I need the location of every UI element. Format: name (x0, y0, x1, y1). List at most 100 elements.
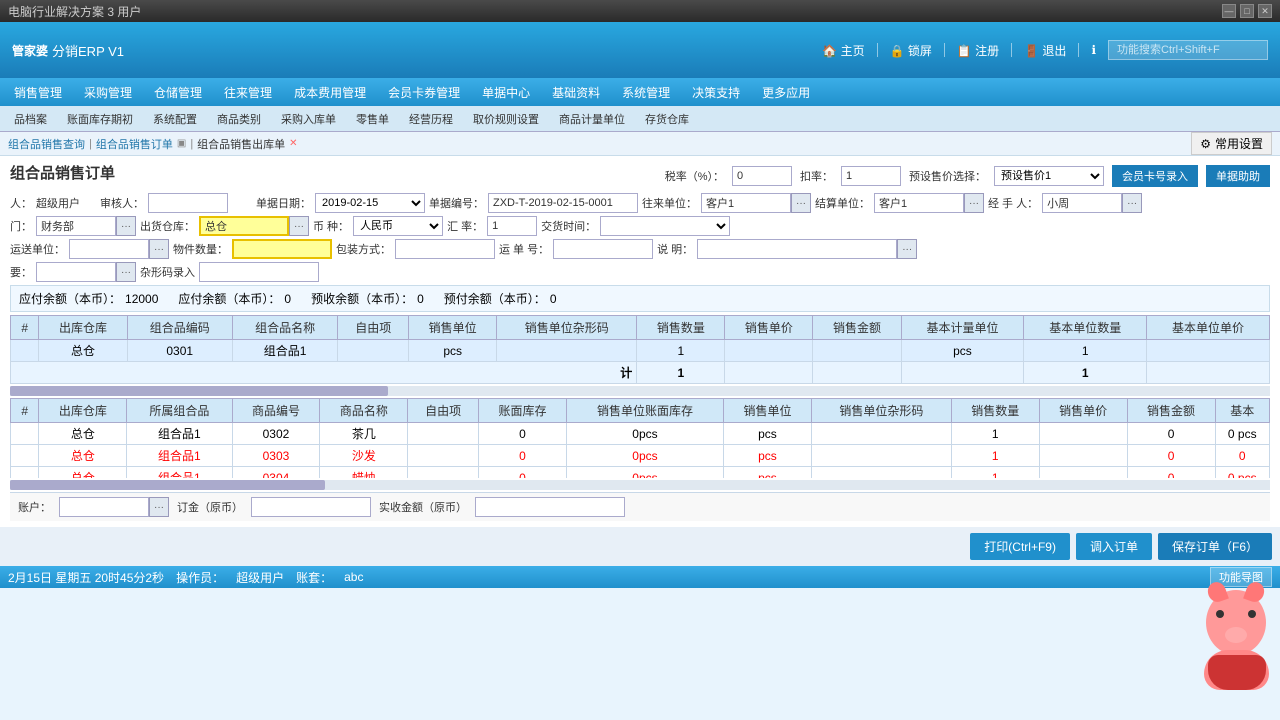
scroll-2[interactable] (10, 480, 1270, 490)
currency-select[interactable]: 人民币 (353, 216, 443, 236)
order-deposit-input[interactable] (251, 497, 371, 517)
sub-name: 蜡烛 (320, 467, 408, 479)
dept-btn[interactable]: ··· (116, 216, 136, 236)
settle-btn[interactable]: ··· (964, 193, 984, 213)
discount-input[interactable] (841, 166, 901, 186)
main-table-container[interactable]: # 出库仓库 组合品编码 组合品名称 自由项 销售单位 销售单位杂形码 销售数量… (10, 315, 1270, 384)
print-btn[interactable]: 打印(Ctrl+F9) (970, 533, 1070, 560)
window-controls[interactable]: — □ ✕ (1222, 4, 1272, 18)
auditor-input[interactable] (148, 193, 228, 213)
sub-table-row[interactable]: 总仓 组合品1 0303 沙发 0 0pcs pcs 1 0 0 (11, 445, 1270, 467)
settings-btn[interactable]: ⚙ 常用设置 (1191, 132, 1272, 155)
table-row[interactable]: 总仓 0301 组合品1 pcs 1 pcs 1 (11, 340, 1270, 362)
toolbar-goods[interactable]: 品档案 (8, 109, 53, 129)
remark-input[interactable] (36, 262, 116, 282)
scroll-1[interactable] (10, 386, 1270, 396)
nav-decision[interactable]: 决策支持 (682, 81, 750, 104)
toolbar-balance[interactable]: 账面库存期初 (61, 109, 139, 129)
date-select[interactable]: 2019-02-15 (315, 193, 425, 213)
sub-table-row[interactable]: 总仓 组合品1 0304 蜡烛 0 0pcs pcs 1 0 0 pcs (11, 467, 1270, 479)
nav-more[interactable]: 更多应用 (752, 81, 820, 104)
lock-link[interactable]: 🔒 锁屏 (890, 42, 932, 59)
func-map-btn[interactable]: 功能导图 (1210, 567, 1272, 587)
home-link[interactable]: 🏠 主页 (822, 42, 864, 59)
cell-seq (11, 340, 39, 362)
account-input[interactable] (59, 497, 149, 517)
sub-unit-stock: 0pcs (566, 445, 723, 467)
received-input[interactable] (475, 497, 625, 517)
ship-input[interactable] (69, 239, 149, 259)
toolbar-retail[interactable]: 零售单 (350, 109, 395, 129)
nav-warehouse[interactable]: 仓储管理 (144, 81, 212, 104)
note-input[interactable] (697, 239, 897, 259)
cell-sale-price (725, 340, 813, 362)
nav-costs[interactable]: 成本费用管理 (284, 81, 376, 104)
mascot-eye-left (1216, 610, 1224, 618)
nav-membership[interactable]: 会员卡券管理 (378, 81, 470, 104)
toolbar-category[interactable]: 商品类别 (211, 109, 267, 129)
manager-input[interactable] (1042, 193, 1122, 213)
breadcrumb-close[interactable]: ✕ (289, 138, 297, 149)
breadcrumb-order[interactable]: 组合品销售订单 (96, 136, 173, 152)
nav-purchase[interactable]: 采购管理 (74, 81, 142, 104)
nav-basic[interactable]: 基础资料 (542, 81, 610, 104)
sub-free (408, 467, 479, 479)
toolbar-price-rules[interactable]: 取价规则设置 (467, 109, 545, 129)
items-input[interactable] (232, 239, 332, 259)
toolbar-stock[interactable]: 存货仓库 (639, 109, 695, 129)
nav-system[interactable]: 系统管理 (612, 81, 680, 104)
nav-bar: 销售管理 采购管理 仓储管理 往来管理 成本费用管理 会员卡券管理 单据中心 基… (0, 78, 1280, 106)
minimize-btn[interactable]: — (1222, 4, 1236, 18)
import-btn[interactable]: 调入订单 (1076, 533, 1152, 560)
tax-input[interactable] (732, 166, 792, 186)
remark-label: 要： (10, 264, 32, 280)
sub-table-container[interactable]: # 出库仓库 所属组合品 商品编号 商品名称 自由项 账面库存 销售单位账面库存… (10, 398, 1270, 478)
sub-barcode (811, 423, 951, 445)
close-btn[interactable]: ✕ (1258, 4, 1272, 18)
sub-table-row[interactable]: 总仓 组合品1 0302 茶几 0 0pcs pcs 1 0 0 pcs (11, 423, 1270, 445)
partner-input[interactable] (701, 193, 791, 213)
warehouse-input[interactable] (199, 216, 289, 236)
manager-btn[interactable]: ··· (1122, 193, 1142, 213)
help-btn[interactable]: 单据助助 (1206, 165, 1270, 187)
warehouse-btn[interactable]: ··· (289, 216, 309, 236)
nav-documents[interactable]: 单据中心 (472, 81, 540, 104)
order-no-input[interactable] (488, 193, 638, 213)
nav-sales[interactable]: 销售管理 (4, 81, 72, 104)
partner-btn[interactable]: ··· (791, 193, 811, 213)
toolbar-config[interactable]: 系统配置 (147, 109, 203, 129)
toolbar-history[interactable]: 经营历程 (403, 109, 459, 129)
sub-col-unit: 销售单位 (724, 399, 812, 423)
exit-link[interactable]: 🚪 退出 (1024, 42, 1066, 59)
time-select[interactable] (600, 216, 730, 236)
sub-unit-stock: 0pcs (566, 467, 723, 479)
note-btn[interactable]: ··· (897, 239, 917, 259)
toolbar-purchase-in[interactable]: 采购入库单 (275, 109, 342, 129)
total-base-qty: 1 (1024, 362, 1147, 384)
settle-input[interactable] (874, 193, 964, 213)
member-card-btn[interactable]: 会员卡号录入 (1112, 165, 1198, 187)
cell-base-qty: 1 (1024, 340, 1147, 362)
pack-input[interactable] (395, 239, 495, 259)
breadcrumb-query[interactable]: 组合品销售查询 (8, 136, 85, 152)
remark-btn[interactable]: ··· (116, 262, 136, 282)
ship-no-input[interactable] (553, 239, 653, 259)
dept-input[interactable] (36, 216, 116, 236)
rate-input[interactable] (487, 216, 537, 236)
register-link[interactable]: 📋 注册 (957, 42, 999, 59)
sub-stock: 0 (478, 467, 566, 479)
barcode-label: 杂形码录入 (140, 264, 195, 280)
account-btn[interactable]: ··· (149, 497, 169, 517)
barcode-input[interactable] (199, 262, 319, 282)
about-link[interactable]: ℹ (1091, 43, 1096, 57)
price-select[interactable]: 预设售价1 (994, 166, 1104, 186)
maximize-btn[interactable]: □ (1240, 4, 1254, 18)
divider4 (1078, 43, 1079, 57)
sub-combo: 组合品1 (127, 423, 232, 445)
header-search-input[interactable] (1108, 40, 1268, 60)
sub-qty: 1 (951, 423, 1039, 445)
nav-transactions[interactable]: 往来管理 (214, 81, 282, 104)
save-btn[interactable]: 保存订单（F6） (1158, 533, 1272, 560)
ship-btn[interactable]: ··· (149, 239, 169, 259)
toolbar-units[interactable]: 商品计量单位 (553, 109, 631, 129)
